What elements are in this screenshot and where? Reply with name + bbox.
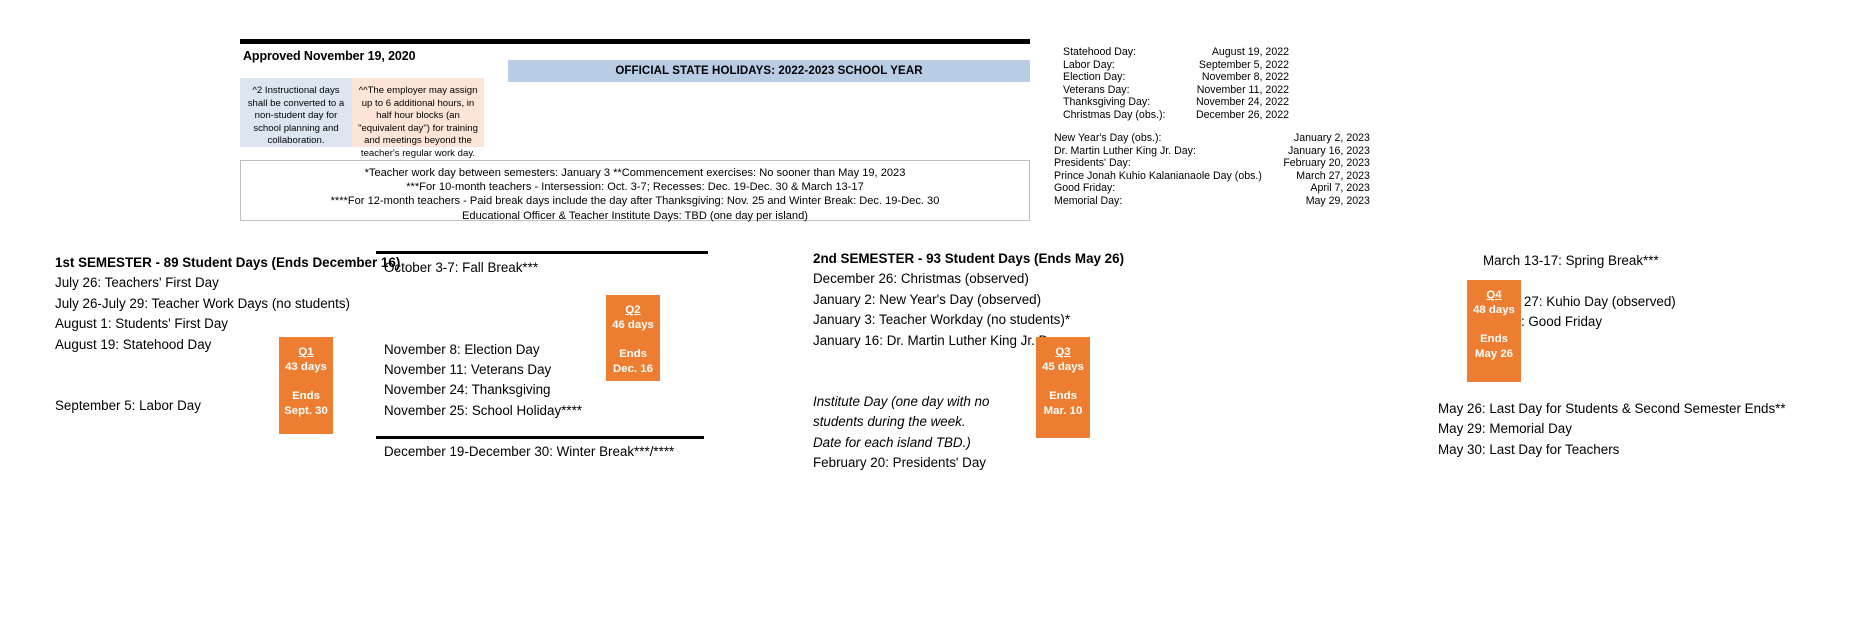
- holiday-name: Christmas Day (obs.):: [1063, 108, 1166, 121]
- quarter-days: 45 days: [1042, 361, 1084, 373]
- fall-column-bottom-rule: [376, 436, 704, 439]
- may-item: May 30: Last Day for Teachers: [1438, 441, 1620, 457]
- quarter-badge-q1: Q1 43 days Ends Sept. 30: [279, 337, 333, 434]
- holiday-date: April 7, 2023: [1310, 182, 1370, 195]
- holiday-date: November 24, 2022: [1195, 96, 1289, 109]
- quarter-ends-label: Ends: [619, 348, 647, 360]
- holiday-name: Good Friday:: [1054, 182, 1116, 195]
- semester1-title: 1st SEMESTER - 89 Student Days (Ends Dec…: [55, 255, 401, 270]
- semester2-item: December 26: Christmas (observed): [813, 271, 1029, 287]
- holiday-date: September 5, 2022: [1198, 58, 1289, 71]
- fall-item: November 24: Thanksgiving: [384, 382, 551, 398]
- holiday-name: Dr. Martin Luther King Jr. Day:: [1054, 144, 1196, 157]
- quarter-end-date: Sept. 30: [284, 405, 328, 417]
- holiday-date: January 16, 2023: [1288, 144, 1370, 157]
- quarter-days: 43 days: [285, 361, 327, 373]
- footnote-line: ***For 10-month teachers - Intersession:…: [406, 181, 864, 194]
- note-instructional-days: ^2 Instructional days shall be converted…: [240, 78, 352, 147]
- footnotes-box: *Teacher work day between semesters: Jan…: [240, 160, 1030, 222]
- holiday-name: Election Day:: [1063, 71, 1126, 84]
- fall-column-top-rule: [376, 251, 708, 254]
- fall-item: November 25: School Holiday****: [384, 402, 582, 418]
- semester1-item: August 1: Students' First Day: [55, 316, 228, 332]
- footnote-line: Educational Officer & Teacher Institute …: [462, 209, 808, 222]
- holiday-date: February 20, 2023: [1283, 157, 1370, 170]
- table-row: Prince Jonah Kuhio Kalanianaole Day (obs…: [1054, 170, 1370, 183]
- quarter-days: 48 days: [1473, 304, 1515, 316]
- holiday-date: November 8, 2022: [1201, 71, 1289, 84]
- may-column: May 26: Last Day for Students & Second S…: [1438, 399, 1786, 460]
- table-row: Statehood Day: August 19, 2022: [1063, 46, 1289, 59]
- semester1-item: July 26-July 29: Teacher Work Days (no s…: [55, 295, 350, 311]
- quarter-label: Q2: [625, 304, 641, 316]
- may-item: May 29: Memorial Day: [1438, 421, 1572, 437]
- quarter-ends-label: Ends: [292, 390, 320, 402]
- footnote-line: ****For 12-month teachers - Paid break d…: [330, 195, 940, 208]
- quarter-days: 46 days: [612, 319, 654, 331]
- table-row: Presidents' Day: February 20, 2023: [1054, 157, 1370, 170]
- fall-item: October 3-7: Fall Break***: [384, 260, 539, 275]
- quarter-badge-q4: Q4 48 days Ends May 26: [1467, 280, 1521, 382]
- holiday-date: December 26, 2022: [1195, 108, 1289, 121]
- table-row: Memorial Day: May 29, 2023: [1054, 195, 1370, 208]
- holiday-name: Memorial Day:: [1054, 194, 1123, 207]
- quarter-badge-q3: Q3 45 days Ends Mar. 10: [1036, 337, 1090, 438]
- quarter-label: Q4: [1486, 289, 1502, 301]
- table-row: Christmas Day (obs.): December 26, 2022: [1063, 109, 1289, 122]
- quarter-label: Q3: [1055, 346, 1071, 358]
- semester2-item: January 3: Teacher Workday (no students)…: [813, 312, 1071, 328]
- table-row: Labor Day: September 5, 2022: [1063, 59, 1289, 72]
- quarter-label: Q1: [298, 346, 314, 358]
- top-divider-rule: [240, 39, 1030, 44]
- official-state-holidays-banner: OFFICIAL STATE HOLIDAYS: 2022-2023 SCHOO…: [508, 60, 1030, 82]
- semester2-title: 2nd SEMESTER - 93 Student Days (Ends May…: [813, 251, 1125, 266]
- holiday-name: Labor Day:: [1063, 58, 1115, 71]
- may-item: May 26: Last Day for Students & Second S…: [1438, 401, 1786, 416]
- semester1-column: 1st SEMESTER - 89 Student Days (Ends Dec…: [55, 253, 400, 416]
- presidents-day-line: February 20: Presidents' Day: [813, 455, 986, 471]
- holiday-date: January 2, 2023: [1293, 132, 1370, 144]
- holiday-name: Prince Jonah Kuhio Kalanianaole Day (obs…: [1054, 169, 1262, 182]
- quarter-ends-label: Ends: [1480, 333, 1508, 345]
- holiday-date: August 19, 2022: [1211, 46, 1289, 58]
- holiday-date: November 11, 2022: [1196, 83, 1289, 96]
- holiday-name: Presidents' Day:: [1054, 157, 1131, 170]
- note-employer-hours: ^^The employer may assign up to 6 additi…: [352, 78, 484, 159]
- table-row: Election Day: November 8, 2022: [1063, 71, 1289, 84]
- holiday-name: Veterans Day:: [1063, 83, 1130, 96]
- semester1-item: July 26: Teachers' First Day: [55, 275, 219, 291]
- fall-item: December 19-December 30: Winter Break***…: [384, 443, 675, 459]
- spring-item: March 13-17: Spring Break***: [1483, 253, 1659, 268]
- table-row: Good Friday: April 7, 2023: [1054, 182, 1370, 195]
- holiday-date: May 29, 2023: [1305, 194, 1370, 207]
- quarter-ends-label: Ends: [1049, 390, 1077, 402]
- holiday-date: March 27, 2023: [1296, 169, 1370, 182]
- table-row: Dr. Martin Luther King Jr. Day: January …: [1054, 145, 1370, 158]
- approved-date-label: Approved November 19, 2020: [243, 49, 416, 63]
- holiday-name: Thanksgiving Day:: [1063, 96, 1151, 109]
- table-row: Thanksgiving Day: November 24, 2022: [1063, 96, 1289, 109]
- semester2-item: January 2: New Year's Day (observed): [813, 291, 1042, 307]
- semester1-item: September 5: Labor Day: [55, 397, 201, 413]
- quarter-badge-q2: Q2 46 days Ends Dec. 16: [606, 295, 660, 381]
- holiday-name: Statehood Day:: [1063, 46, 1137, 58]
- table-row: New Year's Day (obs.): January 2, 2023: [1054, 132, 1370, 145]
- footnote-line: *Teacher work day between semesters: Jan…: [364, 167, 906, 179]
- quarter-end-date: May 26: [1475, 348, 1513, 360]
- holiday-name: New Year's Day (obs.):: [1054, 132, 1162, 144]
- holidays-2022-table: Statehood Day: August 19, 2022 Labor Day…: [1063, 46, 1289, 122]
- quarter-end-date: Mar. 10: [1043, 405, 1083, 417]
- quarter-end-date: Dec. 16: [613, 363, 653, 375]
- semester1-item: August 19: Statehood Day: [55, 336, 212, 352]
- holidays-2023-table: New Year's Day (obs.): January 2, 2023 D…: [1054, 132, 1370, 208]
- table-row: Veterans Day: November 11, 2022: [1063, 84, 1289, 97]
- banner-title: OFFICIAL STATE HOLIDAYS: 2022-2023 SCHOO…: [615, 65, 923, 77]
